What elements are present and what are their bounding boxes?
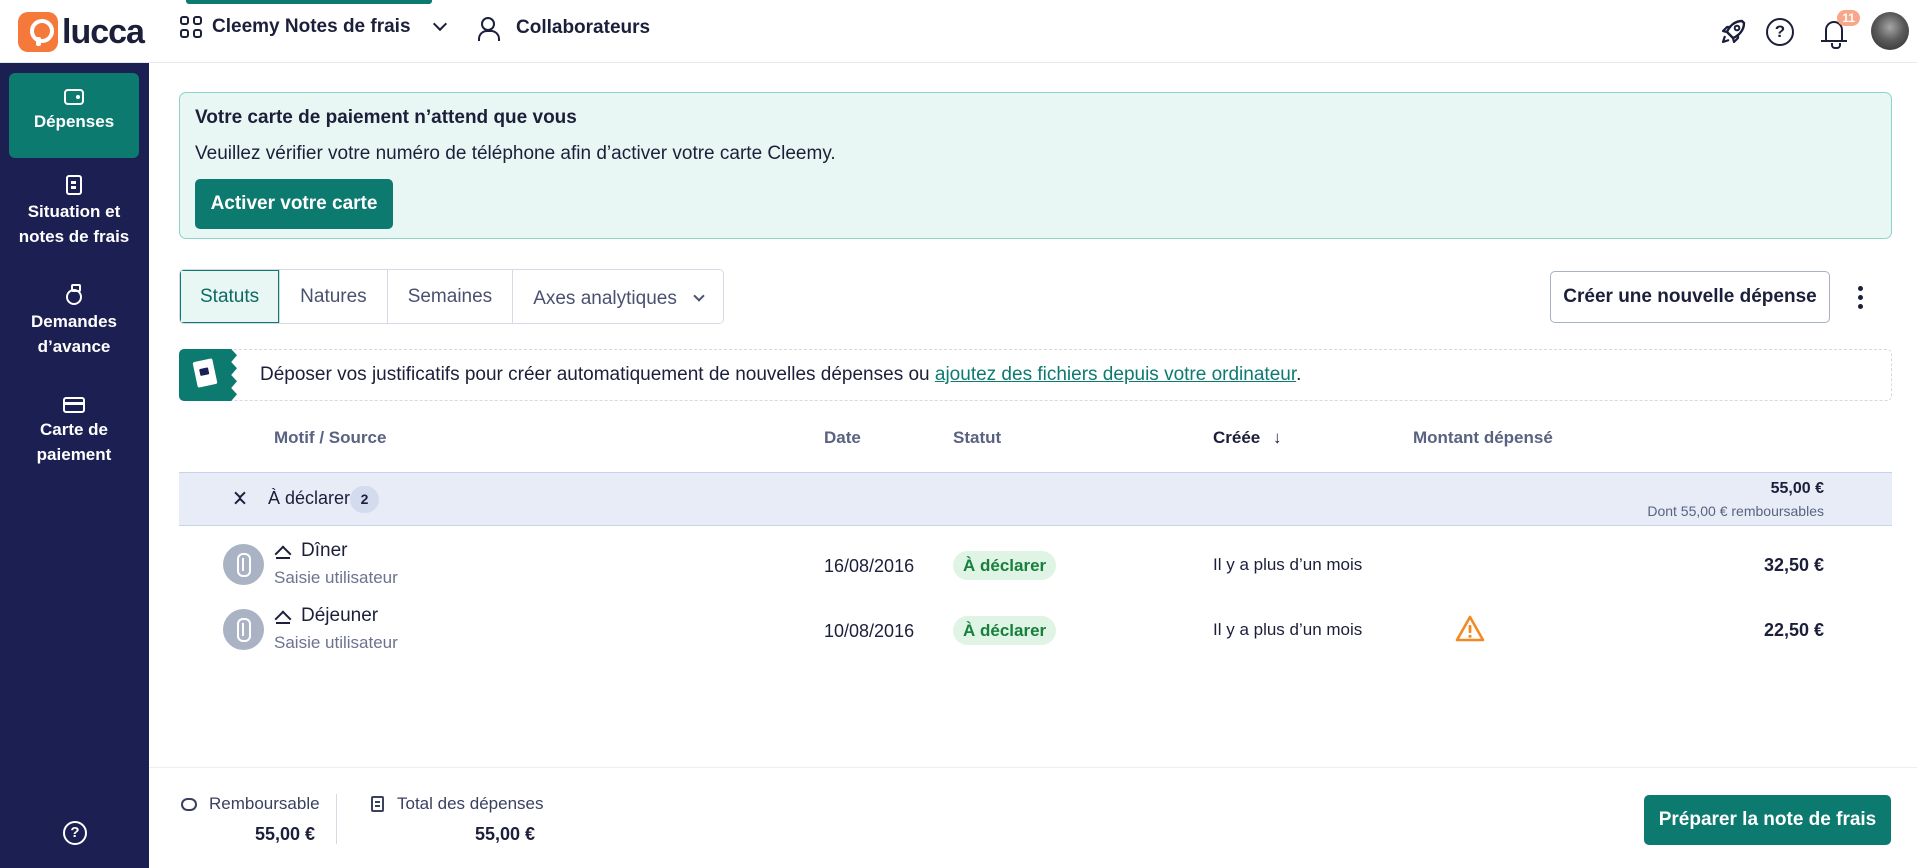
notifications-button[interactable]: 11 — [1820, 10, 1860, 49]
refundable-label: Remboursable — [209, 794, 320, 813]
app-name: Cleemy Notes de frais — [212, 16, 411, 37]
total-value: 55,00 € — [475, 824, 536, 844]
dropzone-suffix: . — [1296, 364, 1302, 385]
more-options-icon[interactable] — [1858, 286, 1864, 310]
chevron-down-icon — [432, 16, 447, 32]
tab-statuts[interactable]: Statuts — [180, 270, 281, 323]
attachment-icon[interactable] — [223, 609, 264, 650]
group-total: 55,00 € — [1770, 480, 1824, 497]
status-badge: À déclarer — [953, 616, 1057, 645]
rocket-icon[interactable] — [1720, 17, 1748, 45]
user-avatar[interactable] — [1871, 12, 1909, 50]
collaborators-label: Collaborateurs — [516, 17, 651, 38]
prepare-expense-report-button[interactable]: Préparer la note de frais — [1644, 795, 1891, 845]
warning-icon[interactable] — [1455, 614, 1485, 644]
column-creee[interactable]: Créée ↓ — [1213, 428, 1282, 448]
sidebar-item-label: Situation et notes de frais — [18, 202, 130, 246]
logo-text: lucca — [62, 12, 145, 51]
table-row[interactable]: Dîner Saisie utilisateur 16/08/2016 À dé… — [179, 533, 1892, 597]
top-bar: lucca Cleemy Notes de frais Collaborateu… — [0, 0, 1917, 63]
refundable-value: 55,00 € — [255, 824, 316, 844]
total-label: Total des dépenses — [397, 794, 544, 813]
piggy-bank-icon — [181, 798, 197, 811]
document-icon — [371, 796, 384, 812]
column-montant[interactable]: Montant dépensé — [1413, 428, 1553, 448]
dropzone-text: Déposer vos justificatifs pour créer aut… — [260, 364, 1301, 386]
app-switcher[interactable]: Cleemy Notes de frais — [180, 16, 447, 38]
sidebar-item-label: Carte de paiement — [36, 420, 112, 464]
receipt-dropzone[interactable]: Déposer vos justificatifs pour créer aut… — [179, 349, 1892, 401]
help-icon[interactable]: ? — [1766, 18, 1794, 46]
document-icon — [66, 175, 82, 195]
expense-created: Il y a plus d’un mois — [1213, 555, 1363, 574]
chevron-down-icon — [693, 290, 705, 302]
sidebar-item-depenses[interactable]: Dépenses — [9, 73, 139, 158]
sidebar: Dépenses Situation et notes de frais Dem… — [0, 63, 149, 868]
column-statut[interactable]: Statut — [953, 428, 1001, 448]
summary-footer: Remboursable 55,00 € Total des dépenses … — [149, 767, 1917, 868]
tab-natures[interactable]: Natures — [280, 270, 388, 323]
group-refundable-subtotal: Dont 55,00 € remboursables — [1647, 503, 1824, 519]
attachment-icon[interactable] — [223, 544, 264, 585]
users-icon — [478, 16, 506, 41]
collapse-icon[interactable] — [234, 487, 246, 511]
expense-date: 16/08/2016 — [824, 556, 915, 576]
column-date[interactable]: Date — [824, 428, 861, 448]
activate-card-button[interactable]: Activer votre carte — [195, 179, 393, 229]
banner-text: Veuillez vérifier votre numéro de téléph… — [195, 143, 836, 164]
payment-card-banner: Votre carte de paiement n’attend que vou… — [179, 92, 1892, 239]
grouping-tabs: Statuts Natures Semaines Axes analytique… — [179, 269, 724, 324]
sort-arrow-icon: ↓ — [1273, 428, 1282, 447]
notification-badge: 11 — [1837, 10, 1860, 26]
add-files-link[interactable]: ajoutez des fichiers depuis votre ordina… — [935, 364, 1296, 385]
expense-source: Saisie utilisateur — [274, 633, 398, 652]
lucca-logo-icon — [18, 12, 58, 52]
tab-axes-label: Axes analytiques — [533, 287, 677, 309]
column-motif-source[interactable]: Motif / Source — [274, 428, 386, 448]
wallet-icon — [64, 89, 84, 105]
create-expense-button[interactable]: Créer une nouvelle dépense — [1550, 271, 1830, 323]
collaborators-link[interactable]: Collaborateurs — [478, 16, 651, 41]
card-icon — [63, 397, 85, 413]
ring-icon — [66, 284, 82, 305]
expense-date: 10/08/2016 — [824, 621, 915, 641]
status-badge: À déclarer — [953, 551, 1057, 580]
expense-title: Déjeuner — [301, 605, 379, 626]
sidebar-item-label: Demandes d’avance — [31, 312, 117, 356]
expense-title: Dîner — [301, 540, 348, 561]
expense-amount: 32,50 € — [1763, 555, 1824, 575]
sidebar-item-situation[interactable]: Situation et notes de frais — [9, 175, 139, 249]
group-label: À déclarer — [268, 488, 351, 508]
table-row[interactable]: Déjeuner Saisie utilisateur 10/08/2016 À… — [179, 598, 1892, 662]
expense-source: Saisie utilisateur — [274, 568, 398, 587]
sidebar-item-carte-paiement[interactable]: Carte de paiement — [9, 395, 139, 467]
apps-grid-icon — [180, 16, 202, 38]
expense-amount: 22,50 € — [1763, 620, 1824, 640]
receipt-icon — [179, 349, 237, 401]
footer-divider — [336, 794, 337, 844]
dropzone-text-main: Déposer vos justificatifs pour créer aut… — [260, 364, 935, 385]
sidebar-item-demandes-avance[interactable]: Demandes d’avance — [9, 284, 139, 359]
tab-axes-analytiques[interactable]: Axes analytiques — [513, 270, 723, 323]
group-row-a-declarer[interactable]: À déclarer 2 55,00 € Dont 55,00 € rembou… — [179, 472, 1892, 526]
column-creee-label: Créée — [1213, 428, 1261, 447]
meal-icon — [275, 611, 291, 625]
banner-title: Votre carte de paiement n’attend que vou… — [195, 107, 577, 128]
tab-semaines[interactable]: Semaines — [387, 270, 514, 323]
active-app-indicator — [186, 0, 432, 4]
sidebar-help-icon[interactable]: ? — [63, 821, 87, 845]
sidebar-item-label: Dépenses — [33, 112, 115, 131]
meal-icon — [275, 546, 291, 560]
expense-created: Il y a plus d’un mois — [1213, 620, 1363, 639]
lucca-logo[interactable]: lucca — [18, 12, 145, 52]
group-count-badge: 2 — [350, 486, 379, 513]
